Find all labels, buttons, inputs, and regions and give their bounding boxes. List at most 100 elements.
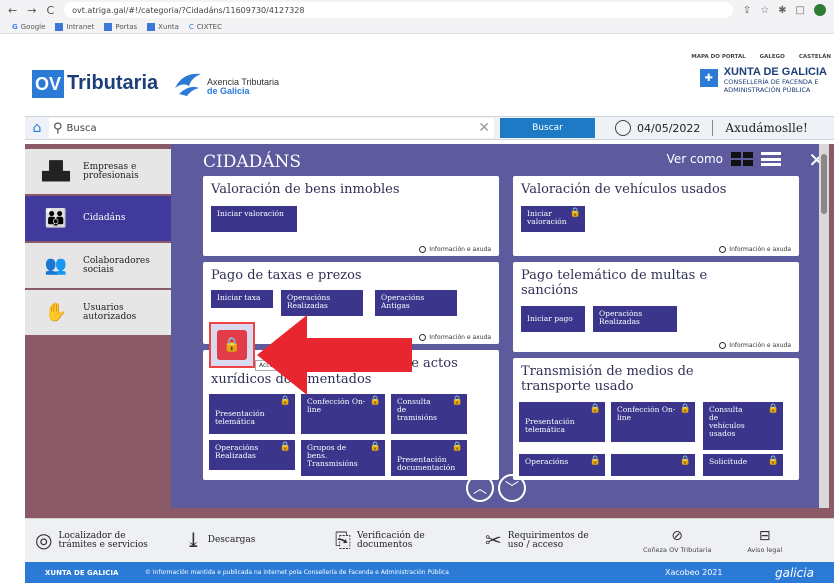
top-links: MAPA DO PORTAL GALEGO CASTELÁN <box>691 54 831 60</box>
bookmark-portas[interactable]: Portas <box>104 23 137 31</box>
info-icon <box>719 246 727 253</box>
footer-requirimentos[interactable]: ✂ Requirimentos de uso / acceso <box>475 528 625 552</box>
search-icon: ⚲ <box>53 120 63 136</box>
clear-search-icon[interactable]: ✕ <box>478 120 490 136</box>
sidebar-item-cidadans[interactable]: 👪 Cidadáns <box>25 196 171 243</box>
lang-castelan-link[interactable]: CASTELÁN <box>799 54 831 60</box>
star-icon[interactable]: ☆ <box>760 5 769 16</box>
card-valoracion-vehiculos: Valoración de vehículos usados Iniciar v… <box>513 176 799 256</box>
operacions-realizadas-patrimoniais-button[interactable]: Operacións Realizadas 🔒 <box>209 440 295 470</box>
info-icon <box>419 334 427 341</box>
scrollbar[interactable] <box>819 144 829 508</box>
sidebar-item-usuarios[interactable]: ✋ Usuarios autorizados <box>25 290 171 337</box>
list-view-icon[interactable] <box>761 152 781 166</box>
forward-icon[interactable]: → <box>27 4 36 17</box>
sidebar-item-colaboradores[interactable]: 👥 Colaboradores sociais <box>25 243 171 290</box>
lock-icon: 🔒 <box>279 442 291 452</box>
lock-icon: 🔒 <box>767 456 779 466</box>
operacions-transmision-button[interactable]: Operacións 🔒 <box>519 454 605 476</box>
back-icon[interactable]: ← <box>8 4 17 17</box>
footer-localizador[interactable]: ◎ Localizador de trámites e servicios <box>25 528 175 552</box>
operacions-realizadas-multas-button[interactable]: Operacións Realizadas <box>593 306 677 332</box>
sidebar-item-empresas[interactable]: ▟▙ Empresas e profesionais <box>25 149 171 196</box>
bottom-bar: XUNTA DE GALICIA © Información mantida e… <box>25 562 834 583</box>
galicia-logo: galicia <box>775 565 814 580</box>
scrollbar-thumb[interactable] <box>821 154 827 214</box>
target-icon: ◎ <box>35 528 53 552</box>
card-pago-multas: Pago telemático de multas e sancións Inic… <box>513 262 799 352</box>
lock-icon: 🔒 <box>589 456 601 466</box>
card-title: Valoración de vehículos usados <box>521 182 727 197</box>
iniciar-taxa-button[interactable]: Iniciar taxa <box>211 290 273 308</box>
help-link[interactable]: Axudámoslle! <box>725 121 807 135</box>
scroll-down-icon[interactable]: ﹀ <box>498 474 526 502</box>
search-bar: ⌂ ⚲ Busca ✕ Buscar 04/05/2022 Axudámosll… <box>25 116 834 140</box>
scroll-controls: ︿ ﹀ <box>466 474 526 502</box>
card-valoracion-bens: Valoración de bens inmobles Iniciar valo… <box>203 176 499 256</box>
lang-galego-link[interactable]: GALEGO <box>760 54 785 60</box>
solicitude-button[interactable]: Solicitude 🔒 <box>703 454 783 476</box>
footer-aviso-legal[interactable]: ⊟ Aviso legal <box>729 528 800 554</box>
presentacion-telematica-transmision-button[interactable]: Presentación telemática 🔒 <box>519 402 605 442</box>
footer-verificacion[interactable]: ⎘ Verificación de documentos <box>325 530 475 550</box>
card-transmision-transporte: Transmisión de medios de transporte usado… <box>513 358 799 480</box>
grid-view-icon[interactable] <box>731 152 753 166</box>
site-header: OV Tributaria Axencia Tributaria de Gali… <box>25 34 834 114</box>
lock-icon: 🔒 <box>217 330 247 360</box>
presentacion-documentacion-button[interactable]: Presentación documentación 🔒 <box>391 440 467 476</box>
extensions-icon[interactable]: ✱ <box>778 5 786 16</box>
factory-icon: ▟▙ <box>42 161 70 182</box>
iniciar-valoracion-bens-button[interactable]: Iniciar valoración <box>211 206 297 232</box>
grupos-bens-button[interactable]: Grupos de bens. Transmisións 🔒 <box>301 440 385 476</box>
legal-icon: ⊟ <box>758 527 771 544</box>
current-date: 04/05/2022 <box>637 121 701 135</box>
site-map-link[interactable]: MAPA DO PORTAL <box>691 54 745 60</box>
consulta-tramisions-button[interactable]: Consulta de tramisións 🔒 <box>391 394 467 434</box>
info-link[interactable]: Información e axuda <box>419 246 491 253</box>
bookmark-cixtec[interactable]: C CIXTEC <box>189 23 222 31</box>
scroll-up-icon[interactable]: ︿ <box>466 474 494 502</box>
bookmark-icon <box>104 23 113 31</box>
iniciar-valoracion-vehiculos-button[interactable]: Iniciar valoración 🔒 <box>521 206 585 232</box>
profile-avatar[interactable] <box>814 4 826 16</box>
info-link[interactable]: Información e axuda <box>719 246 791 253</box>
cixtec-icon: C <box>188 23 194 31</box>
info-icon <box>419 246 427 253</box>
panel-title: CIDADÁNS <box>203 152 302 172</box>
search-input[interactable]: ⚲ Busca ✕ <box>49 118 494 138</box>
card-title: Transmisión de medios de transporte usado <box>521 364 694 394</box>
compass-icon: ⊘ <box>671 527 684 544</box>
people-icon: 👪 <box>44 208 68 229</box>
xunta-footer-logo: XUNTA DE GALICIA <box>45 568 119 577</box>
iniciar-pago-button[interactable]: Iniciar pago <box>521 306 585 332</box>
lock-icon: 🔒 <box>369 442 381 452</box>
footer-coneza[interactable]: ⊘ Coñeza OV Tributaria <box>625 528 729 554</box>
window-icon[interactable]: □ <box>796 5 805 16</box>
confeccion-online-button[interactable]: Confección On-line 🔒 <box>301 394 385 434</box>
highlighted-access-button[interactable]: 🔒 <box>209 322 255 368</box>
confeccion-online-transmision-button[interactable]: Confección On-line 🔒 <box>611 402 695 442</box>
search-button[interactable]: Buscar <box>500 118 595 138</box>
bookmark-xunta[interactable]: Xunta <box>147 23 179 31</box>
lock-icon: 🔒 <box>767 404 779 414</box>
transmision-button-unlabeled[interactable]: 🔒 <box>611 454 695 476</box>
tools-icon: ✂ <box>485 528 502 552</box>
reload-icon[interactable]: C <box>46 4 54 17</box>
google-icon: G <box>12 23 18 31</box>
bookmark-google[interactable]: G Google <box>12 23 45 31</box>
info-link[interactable]: Información e axuda <box>419 334 491 341</box>
footer-descargas[interactable]: ⤓ Descargas <box>175 530 325 550</box>
bookmark-intranet[interactable]: Intranet <box>55 23 94 31</box>
ov-logo[interactable]: OV <box>32 70 64 98</box>
share-icon[interactable]: ⇪ <box>743 5 751 16</box>
home-icon[interactable]: ⌂ <box>25 116 49 140</box>
consulta-vehiculos-button[interactable]: Consulta de vehículos usados 🔒 <box>703 402 783 450</box>
bookmarks-bar: G Google Intranet Portas Xunta C CIXTEC <box>0 20 834 34</box>
copyright-text: © Información mantida e publicada na int… <box>145 569 449 576</box>
lock-icon: 🔒 <box>451 396 463 406</box>
info-link[interactable]: Información e axuda <box>719 342 791 349</box>
lock-icon: 🔒 <box>679 456 691 466</box>
presentacion-telematica-button[interactable]: Presentación telemática 🔒 <box>209 394 295 434</box>
lock-icon: 🔒 <box>569 208 581 218</box>
address-bar[interactable]: ovt.atriga.gal/#!/categoria/?Cidadáns/11… <box>64 2 733 18</box>
